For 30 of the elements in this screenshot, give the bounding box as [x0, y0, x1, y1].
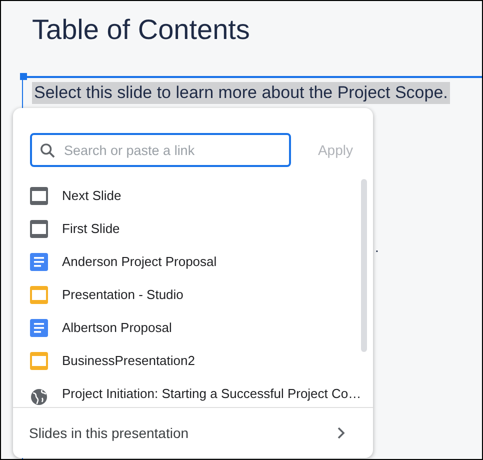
link-option[interactable]: BusinessPresentation2 [13, 344, 373, 377]
presentation-icon [30, 352, 48, 370]
selection-handle[interactable] [20, 73, 27, 80]
link-option[interactable]: Anderson Project Proposal [13, 245, 373, 278]
globe-icon [30, 388, 48, 406]
presentation-icon [30, 286, 48, 304]
chevron-right-icon [337, 427, 345, 439]
scrollbar[interactable] [361, 179, 367, 352]
search-icon [40, 143, 55, 158]
option-label: Project Initiation: Starting a Successful Project Co… [62, 384, 362, 403]
link-option[interactable]: Project Initiation: Starting a Successful Project Co… [13, 377, 373, 407]
document-icon [30, 252, 48, 270]
option-label: BusinessPresentation2 [62, 352, 195, 370]
search-field[interactable]: Search or paste a link [30, 133, 291, 167]
slides-section-link[interactable]: Slides in this presentation [29, 422, 189, 444]
option-label: Presentation - Studio [62, 286, 184, 304]
slide-title: Table of Contents [32, 13, 250, 47]
link-option[interactable]: Presentation - Studio [13, 278, 373, 311]
slide-icon [30, 186, 48, 204]
link-option[interactable]: Next Slide [13, 179, 373, 212]
slide-icon [30, 220, 48, 238]
option-label: Anderson Project Proposal [62, 252, 217, 271]
link-option[interactable]: Albertson Proposal [13, 311, 373, 344]
option-label: Albertson Proposal [62, 318, 172, 337]
selected-text: Select this slide to learn more about the Project Scope. [32, 82, 450, 104]
document-icon [30, 318, 48, 336]
slide-text: . [375, 238, 379, 257]
link-option[interactable]: First Slide [13, 212, 373, 245]
option-label: First Slide [62, 220, 120, 238]
option-label: Next Slide [62, 186, 122, 205]
